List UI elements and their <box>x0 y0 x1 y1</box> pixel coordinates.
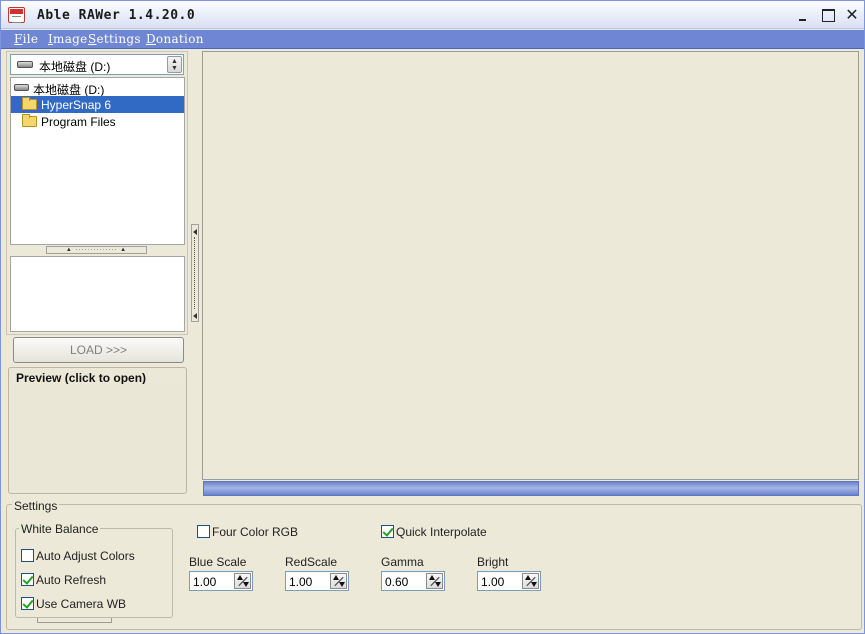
four-color-rgb-label: Four Color RGB <box>212 525 299 539</box>
window-title: Able RAWer 1.4.20.0 <box>37 8 196 23</box>
updown-arrow-icon[interactable]: ▲ ▼ <box>167 56 182 73</box>
arrow-left-icon <box>193 313 197 319</box>
auto-adjust-colors-checkbox[interactable] <box>21 549 34 562</box>
spin-updown-icon[interactable] <box>426 573 443 589</box>
spin-updown-icon[interactable] <box>522 573 539 589</box>
preview-title: Preview (click to open) <box>16 371 147 385</box>
auto-refresh-label: Auto Refresh <box>36 573 107 587</box>
progress-bar <box>203 481 859 496</box>
bright-label: Bright <box>477 555 509 569</box>
settings-legend: Settings <box>12 499 60 513</box>
white-balance-legend: White Balance <box>19 522 101 536</box>
image-canvas[interactable] <box>202 51 859 480</box>
menu-bar: File Image Settings Donation <box>1 30 864 49</box>
gamma-input[interactable]: 0.60 <box>381 571 445 591</box>
spin-updown-icon[interactable] <box>330 573 347 589</box>
horizontal-splitter[interactable]: ▲ ·············· ▲ <box>46 246 147 254</box>
drive-select-value: 本地磁盘 (D:) <box>39 60 111 74</box>
auto-adjust-colors-label: Auto Adjust Colors <box>36 549 135 563</box>
red-scale-input[interactable]: 1.00 <box>285 571 349 591</box>
grip-icon <box>194 237 196 309</box>
minimize-button[interactable] <box>793 6 813 24</box>
quick-interpolate-checkbox[interactable] <box>381 525 394 538</box>
load-button[interactable]: LOAD >>> <box>13 337 184 363</box>
drive-icon <box>14 84 29 91</box>
bright-input[interactable]: 1.00 <box>477 571 541 591</box>
quick-interpolate-label: Quick Interpolate <box>396 525 487 539</box>
preview-panel[interactable]: Preview (click to open) <box>8 367 187 494</box>
use-camera-wb-checkbox[interactable] <box>21 597 34 610</box>
raw-app-icon <box>8 7 25 23</box>
tree-item-hypersnap[interactable]: HyperSnap 6 <box>11 96 184 113</box>
folder-icon <box>22 114 37 127</box>
maximize-button[interactable] <box>818 6 838 24</box>
drive-select[interactable]: 本地磁盘 (D:) ▲ ▼ <box>10 54 184 75</box>
close-button[interactable]: ✕ <box>842 6 862 24</box>
menu-donation[interactable]: Donation <box>146 32 204 46</box>
folder-icon <box>22 97 37 110</box>
file-list[interactable] <box>10 256 185 332</box>
drive-icon <box>17 61 33 68</box>
tree-item-drive[interactable]: 本地磁盘 (D:) <box>11 79 184 97</box>
preview-thumbnail[interactable] <box>11 384 184 490</box>
spin-updown-icon[interactable] <box>234 573 251 589</box>
auto-refresh-checkbox[interactable] <box>21 573 34 586</box>
folder-tree[interactable]: 本地磁盘 (D:) HyperSnap 6 Program Files <box>10 77 185 245</box>
four-color-rgb-checkbox[interactable] <box>197 525 210 538</box>
red-scale-label: RedScale <box>285 555 338 569</box>
gamma-label: Gamma <box>381 555 424 569</box>
app-window: Able RAWer 1.4.20.0 ✕ File Image Setting… <box>0 0 865 634</box>
menu-file[interactable]: File <box>14 32 38 46</box>
vertical-splitter[interactable] <box>191 224 199 322</box>
title-bar[interactable]: Able RAWer 1.4.20.0 ✕ <box>1 1 864 29</box>
menu-image[interactable]: Image <box>48 32 88 46</box>
use-camera-wb-label: Use Camera WB <box>36 597 127 611</box>
menu-settings[interactable]: Settings <box>88 32 141 46</box>
tree-item-program-files[interactable]: Program Files <box>11 113 184 130</box>
blue-scale-input[interactable]: 1.00 <box>189 571 253 591</box>
hidden-button-edge <box>37 618 112 623</box>
blue-scale-label: Blue Scale <box>189 555 247 569</box>
arrow-left-icon <box>193 229 197 235</box>
